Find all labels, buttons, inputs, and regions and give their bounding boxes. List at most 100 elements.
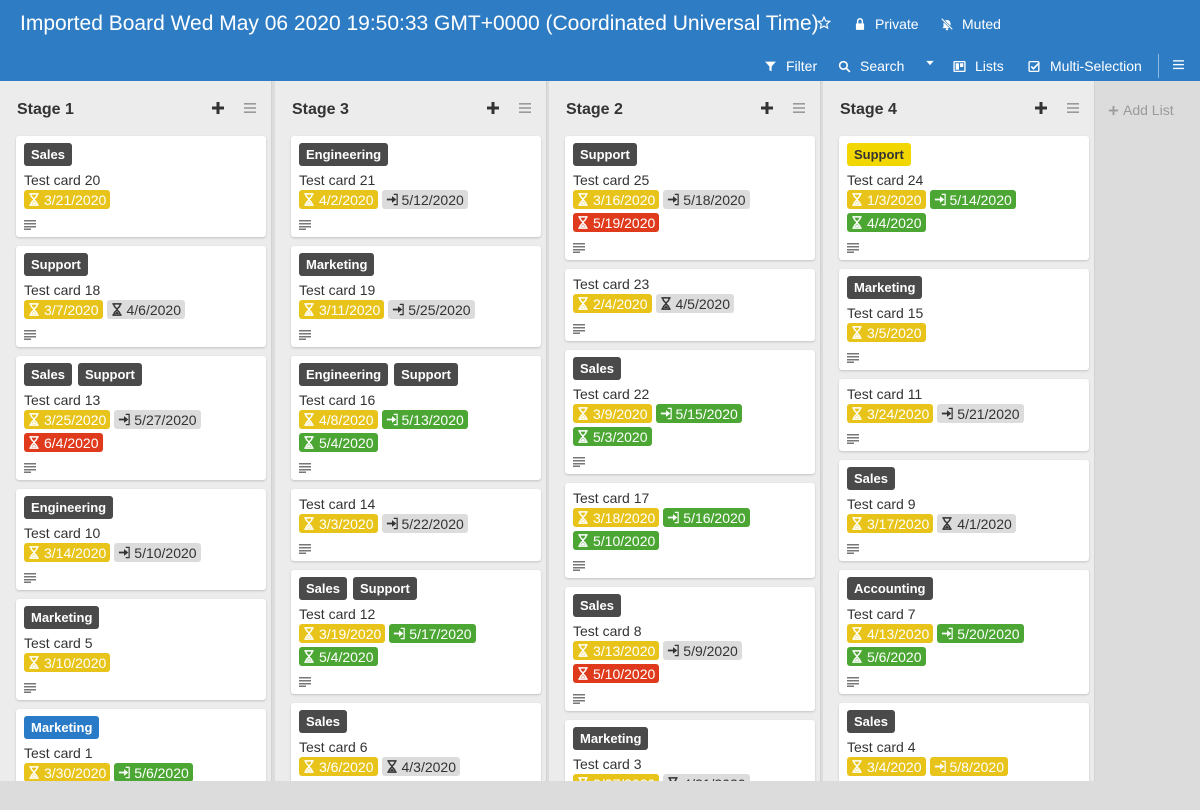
card[interactable]: Engineering Support Test card 16 4/8/2020 5/…	[291, 356, 541, 480]
due-date-badge[interactable]: 3/25/2020	[24, 410, 111, 429]
due-date-badge[interactable]: 5/3/2020	[573, 427, 652, 446]
start-date-badge[interactable]: 5/15/2020	[655, 404, 742, 423]
card[interactable]: Sales Test card 8 3/13/2020 5/9/2020 5/10/20…	[565, 587, 815, 711]
list-menu-button[interactable]	[515, 98, 535, 118]
list-title[interactable]: Stage 1	[17, 101, 74, 119]
list-menu-button[interactable]	[789, 98, 809, 118]
due-date-badge[interactable]: 3/19/2020	[299, 624, 386, 643]
add-card-button[interactable]	[483, 98, 503, 118]
due-date-badge[interactable]: 3/30/2020	[24, 763, 111, 781]
card[interactable]: Test card 17 3/18/2020 5/16/2020 5/10/2020	[565, 483, 815, 578]
due-date-badge[interactable]: 3/27/2020	[573, 774, 660, 781]
card[interactable]: Engineering Test card 10 3/14/2020 5/10/202…	[16, 489, 266, 590]
due-date-badge[interactable]: 3/10/2020	[24, 653, 111, 672]
card[interactable]: Engineering Test card 21 4/2/2020 5/12/2020	[291, 136, 541, 237]
due-date-badge[interactable]: 5/6/2020	[847, 647, 926, 666]
watch-button[interactable]: Muted	[940, 16, 1001, 32]
card[interactable]: Marketing Test card 3 3/27/20204/21/2020	[565, 720, 815, 781]
list-menu-button[interactable]	[1063, 98, 1083, 118]
due-date-badge[interactable]: 4/21/2020	[663, 774, 750, 781]
list-title[interactable]: Stage 2	[566, 101, 623, 119]
due-date-badge[interactable]: 4/2/2020	[299, 190, 378, 209]
add-list-button[interactable]: Add List	[1108, 102, 1174, 118]
due-date-badge[interactable]: 3/5/2020	[847, 323, 926, 342]
due-date-badge[interactable]: 4/13/2020	[847, 624, 934, 643]
due-date-badge[interactable]: 4/1/2020	[937, 514, 1016, 533]
start-date-badge[interactable]: 5/17/2020	[389, 624, 476, 643]
start-date-badge[interactable]: 5/21/2020	[937, 404, 1024, 423]
view-switcher-dropdown[interactable]	[925, 58, 935, 68]
card[interactable]: Sales Test card 20 3/21/2020	[16, 136, 266, 237]
due-date-badge[interactable]: 3/16/2020	[573, 190, 660, 209]
due-date-badge[interactable]: 3/11/2020	[299, 300, 385, 319]
card[interactable]: Test card 23 2/4/2020 4/5/2020	[565, 269, 815, 341]
start-date-badge[interactable]: 5/10/2020	[114, 543, 201, 562]
due-date-badge[interactable]: 4/6/2020	[106, 300, 185, 319]
due-date-badge[interactable]: 1/3/2020	[847, 190, 926, 209]
due-date-badge[interactable]: 3/17/2020	[847, 514, 934, 533]
due-date-badge[interactable]: 5/19/2020	[573, 213, 660, 232]
start-date-badge[interactable]: 5/9/2020	[663, 641, 742, 660]
start-date-badge[interactable]: 5/12/2020	[381, 190, 468, 209]
filter-button[interactable]: Filter	[764, 58, 817, 74]
card[interactable]: Accounting Test card 7 4/13/2020 5/20/2020 5…	[839, 570, 1089, 694]
star-button[interactable]	[817, 16, 831, 30]
multiselect-button[interactable]: Multi-Selection	[1028, 58, 1142, 74]
start-date-badge[interactable]: 5/25/2020	[388, 300, 475, 319]
due-date-badge[interactable]: 4/5/2020	[655, 294, 734, 313]
add-card-button[interactable]	[1031, 98, 1051, 118]
card[interactable]: Support Test card 25 3/16/2020 5/18/2020 5/1…	[565, 136, 815, 260]
card[interactable]: Sales Test card 6 3/6/2020 4/3/2020	[291, 703, 541, 781]
start-date-badge[interactable]: 5/27/2020	[114, 410, 201, 429]
card[interactable]: Marketing Test card 19 3/11/2020 5/25/2020	[291, 246, 541, 347]
due-date-badge[interactable]: 3/4/2020	[847, 757, 926, 776]
card[interactable]: Sales Test card 22 3/9/2020 5/15/2020 5/3/20…	[565, 350, 815, 474]
start-date-badge[interactable]: 5/14/2020	[929, 190, 1016, 209]
start-date-badge[interactable]: 5/22/2020	[381, 514, 468, 533]
card[interactable]: Test card 11 3/24/2020 5/21/2020	[839, 379, 1089, 451]
start-date-badge[interactable]: 5/18/2020	[663, 190, 750, 209]
due-date-badge[interactable]: 4/8/2020	[299, 410, 378, 429]
board-title[interactable]: Imported Board Wed May 06 2020 19:50:33 …	[20, 12, 819, 36]
due-date-badge[interactable]: 3/21/2020	[24, 190, 111, 209]
due-date-badge[interactable]: 4/3/2020	[381, 757, 460, 776]
sidebar-toggle-button[interactable]	[1172, 58, 1185, 71]
start-date-badge[interactable]: 5/13/2020	[381, 410, 468, 429]
card[interactable]: Marketing Test card 5 3/10/2020	[16, 599, 266, 700]
due-date-badge[interactable]: 3/7/2020	[24, 300, 103, 319]
due-date-badge[interactable]: 5/10/2020	[573, 664, 660, 683]
lists-view-button[interactable]: Lists	[953, 58, 1004, 74]
card[interactable]: Sales Test card 4 3/4/2020 5/8/2020	[839, 703, 1089, 781]
card[interactable]: Sales Test card 9 3/17/2020 4/1/2020	[839, 460, 1089, 561]
add-card-button[interactable]	[757, 98, 777, 118]
card[interactable]: Sales Support Test card 12 3/19/2020 5/17/20…	[291, 570, 541, 694]
start-date-badge[interactable]: 5/20/2020	[937, 624, 1024, 643]
start-date-badge[interactable]: 5/6/2020	[114, 763, 193, 781]
due-date-badge[interactable]: 6/4/2020	[24, 433, 103, 452]
due-date-badge[interactable]: 3/3/2020	[299, 514, 378, 533]
start-date-badge[interactable]: 5/8/2020	[929, 757, 1008, 776]
due-date-badge[interactable]: 2/4/2020	[573, 294, 652, 313]
list-title[interactable]: Stage 3	[292, 101, 349, 119]
add-card-button[interactable]	[208, 98, 228, 118]
due-date-badge[interactable]: 5/4/2020	[299, 647, 378, 666]
list-menu-button[interactable]	[240, 98, 260, 118]
list-title[interactable]: Stage 4	[840, 101, 897, 119]
due-date-badge[interactable]: 3/18/2020	[573, 508, 660, 527]
due-date-badge[interactable]: 5/4/2020	[299, 433, 378, 452]
due-date-badge[interactable]: 3/14/2020	[24, 543, 111, 562]
due-date-badge[interactable]: 3/13/2020	[573, 641, 660, 660]
search-button[interactable]: Search	[838, 58, 904, 74]
start-date-badge[interactable]: 5/16/2020	[663, 508, 750, 527]
card[interactable]: Support Test card 24 1/3/2020 5/14/2020 4/4/…	[839, 136, 1089, 260]
due-date-badge[interactable]: 3/6/2020	[299, 757, 378, 776]
card[interactable]: Marketing Test card 1 3/30/2020 5/6/2020	[16, 709, 266, 781]
card[interactable]: Support Test card 18 3/7/2020 4/6/2020	[16, 246, 266, 347]
due-date-badge[interactable]: 4/4/2020	[847, 213, 926, 232]
card[interactable]: Sales Support Test card 13 3/25/2020 5/27/20…	[16, 356, 266, 480]
due-date-badge[interactable]: 5/10/2020	[573, 531, 660, 550]
card[interactable]: Test card 14 3/3/2020 5/22/2020	[291, 489, 541, 561]
due-date-badge[interactable]: 3/24/2020	[847, 404, 934, 423]
due-date-badge[interactable]: 3/9/2020	[573, 404, 652, 423]
privacy-button[interactable]: Private	[853, 16, 919, 32]
